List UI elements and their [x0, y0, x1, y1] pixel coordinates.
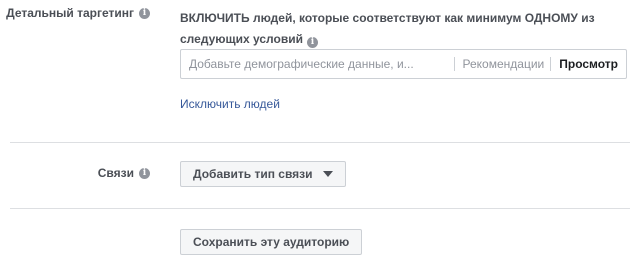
detailed-targeting-label-text: Детальный таргетинг	[6, 6, 134, 20]
info-icon[interactable]: i	[306, 37, 318, 48]
targeting-search-input[interactable]	[181, 50, 454, 78]
add-connection-type-label: Добавить тип связи	[193, 167, 313, 181]
targeting-description-text: ВКЛЮЧИТЬ людей, которые соответствуют ка…	[180, 11, 595, 46]
info-icon[interactable]: i	[139, 7, 150, 19]
connections-label-text: Связи	[97, 166, 134, 180]
targeting-search-box: Рекомендации Просмотр	[180, 49, 627, 79]
section-divider	[10, 142, 630, 143]
suggestions-link[interactable]: Рекомендации	[455, 57, 551, 71]
add-connection-type-button[interactable]: Добавить тип связи	[180, 161, 346, 187]
exclude-people-link[interactable]: Исключить людей	[180, 97, 280, 111]
save-audience-button[interactable]: Сохранить эту аудиторию	[180, 229, 363, 255]
connections-label: Связи i	[98, 166, 150, 180]
section-divider	[10, 208, 630, 209]
detailed-targeting-label: Детальный таргетинг i	[6, 6, 150, 20]
browse-link[interactable]: Просмотр	[551, 57, 626, 71]
caret-down-icon	[322, 171, 333, 177]
targeting-description: ВКЛЮЧИТЬ людей, которые соответствуют ка…	[180, 8, 630, 50]
info-icon[interactable]: i	[139, 167, 150, 179]
